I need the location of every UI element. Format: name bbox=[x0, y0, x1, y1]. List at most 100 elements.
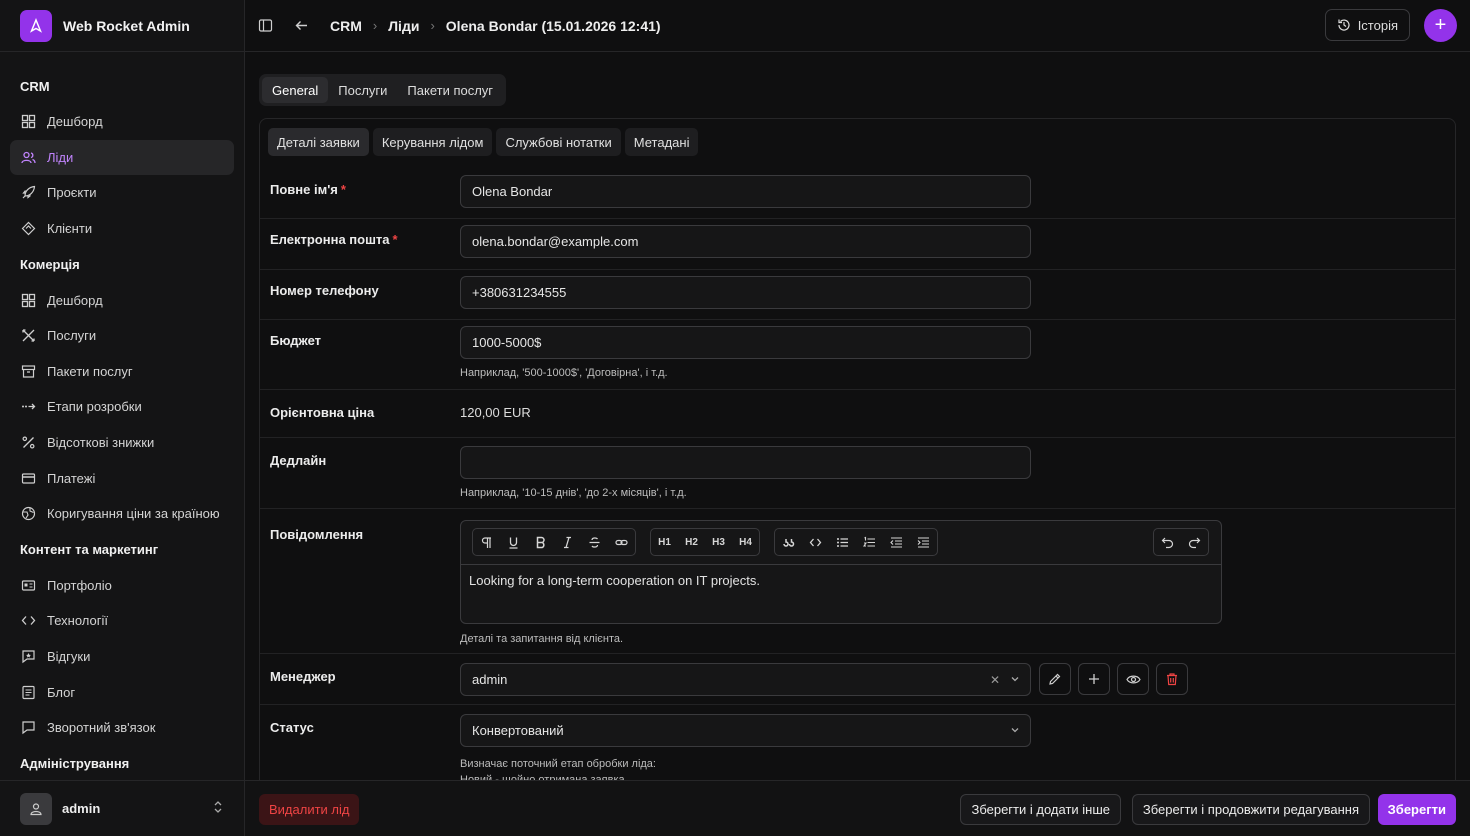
save-button[interactable]: Зберегти bbox=[1377, 794, 1456, 825]
delete-lead-button[interactable]: Видалити лід bbox=[259, 794, 360, 825]
manager-select[interactable]: admin ✕ bbox=[460, 663, 1031, 696]
ordered-list-icon[interactable] bbox=[856, 529, 883, 555]
row-status: Статус Конвертований Визначає поточний е… bbox=[260, 705, 1455, 780]
sidebar-item-crm-dashboard[interactable]: Дешборд bbox=[10, 104, 234, 140]
link-icon[interactable] bbox=[608, 529, 635, 555]
user-menu[interactable]: admin bbox=[0, 780, 245, 836]
heading2-icon[interactable]: H2 bbox=[678, 529, 705, 555]
breadcrumb-crm[interactable]: CRM bbox=[330, 18, 362, 34]
label-text: Електронна пошта bbox=[270, 232, 390, 247]
sidebar-item-discounts[interactable]: Відсоткові знижки bbox=[10, 425, 234, 461]
required-mark: * bbox=[392, 232, 398, 247]
edit-manager-button[interactable] bbox=[1039, 663, 1071, 695]
heading1-icon[interactable]: H1 bbox=[651, 529, 678, 555]
sidebar-item-dev-stages[interactable]: Етапи розробки bbox=[10, 389, 234, 425]
outdent-icon[interactable] bbox=[883, 529, 910, 555]
sidebar-item-label: Клієнти bbox=[47, 221, 93, 237]
sidebar-item-service-packages[interactable]: Пакети послуг bbox=[10, 354, 234, 390]
sidebar-item-label: Технології bbox=[47, 613, 108, 629]
sidebar-item-services[interactable]: Послуги bbox=[10, 318, 234, 354]
back-arrow-icon[interactable] bbox=[294, 17, 312, 35]
bullet-list-icon[interactable] bbox=[829, 529, 856, 555]
history-label: Історія bbox=[1357, 17, 1398, 33]
tab-metadata[interactable]: Метадані bbox=[624, 128, 699, 156]
breadcrumb-leads[interactable]: Ліди bbox=[388, 18, 419, 34]
sidebar-item-label: Зворотний зв'язок bbox=[47, 720, 156, 736]
status-value: Конвертований bbox=[472, 723, 564, 738]
message-text[interactable]: Looking for a long-term cooperation on I… bbox=[469, 573, 760, 588]
save-and-continue-button[interactable]: Зберегти і продовжити редагування bbox=[1131, 794, 1370, 825]
deadline-input[interactable] bbox=[460, 446, 1031, 479]
sidebar-item-label: Блог bbox=[47, 684, 76, 700]
history-button[interactable]: Історія bbox=[1324, 9, 1410, 41]
percent-icon bbox=[21, 435, 36, 450]
handshake-icon bbox=[21, 221, 36, 236]
rich-text-editor[interactable]: H1 H2 H3 H4 Looking for a long-term coop… bbox=[460, 520, 1222, 624]
add-manager-button[interactable] bbox=[1078, 663, 1110, 695]
sidebar-item-country-pricing[interactable]: Коригування ціни за країною bbox=[10, 496, 234, 532]
sidebar-item-leads[interactable]: Ліди bbox=[10, 139, 234, 176]
sidebar-item-technologies[interactable]: Технології bbox=[10, 603, 234, 639]
tab-service-notes[interactable]: Службові нотатки bbox=[496, 128, 621, 156]
trash-icon bbox=[1167, 673, 1177, 686]
dashboard-icon bbox=[21, 114, 36, 129]
sidebar-item-projects[interactable]: Проєкти bbox=[10, 175, 234, 211]
chevron-right-icon: › bbox=[372, 18, 378, 33]
phone-label: Номер телефону bbox=[270, 283, 379, 298]
tab-lead-management[interactable]: Керування лідом bbox=[372, 128, 493, 156]
brand[interactable]: Web Rocket Admin bbox=[0, 0, 245, 52]
quote-icon[interactable] bbox=[775, 529, 802, 555]
code-icon bbox=[21, 613, 36, 628]
view-manager-button[interactable] bbox=[1117, 663, 1149, 695]
sidebar-item-blog[interactable]: Блог bbox=[10, 674, 234, 710]
tab-general[interactable]: General bbox=[262, 77, 329, 103]
chevron-right-icon: › bbox=[430, 18, 435, 33]
bold-icon[interactable] bbox=[527, 529, 554, 555]
sidebar: Web Rocket Admin CRM Дешборд Ліди Проєкт… bbox=[0, 0, 245, 836]
save-and-add-button[interactable]: Зберегти і додати інше bbox=[960, 794, 1121, 825]
sidebar-item-feedback[interactable]: Зворотний зв'язок bbox=[10, 710, 234, 746]
message-hint: Деталі та запитання від клієнта. bbox=[460, 633, 624, 645]
tab-service-packages[interactable]: Пакети послуг bbox=[397, 77, 503, 103]
budget-label: Бюджет bbox=[270, 333, 321, 348]
paragraph-icon[interactable] bbox=[473, 529, 500, 555]
sidebar-item-label: Етапи розробки bbox=[47, 399, 142, 415]
sidebar-toggle-icon[interactable] bbox=[258, 17, 276, 35]
heading3-icon[interactable]: H3 bbox=[705, 529, 732, 555]
phone-input[interactable]: +380631234555 bbox=[460, 276, 1031, 309]
sidebar-item-portfolio[interactable]: Портфоліо bbox=[10, 568, 234, 604]
clear-icon[interactable]: ✕ bbox=[990, 673, 1000, 687]
tab-request-details[interactable]: Деталі заявки bbox=[268, 128, 369, 156]
redo-icon[interactable] bbox=[1181, 529, 1208, 555]
full-name-input[interactable]: Olena Bondar bbox=[460, 175, 1031, 208]
sidebar-item-commerce-dashboard[interactable]: Дешборд bbox=[10, 282, 234, 318]
sidebar-item-payments[interactable]: Платежі bbox=[10, 460, 234, 496]
code-icon[interactable] bbox=[802, 529, 829, 555]
undo-icon[interactable] bbox=[1154, 529, 1181, 555]
heading4-icon[interactable]: H4 bbox=[732, 529, 759, 555]
toolbar-group-headings: H1 H2 H3 H4 bbox=[650, 528, 760, 556]
row-budget: Бюджет 1000-5000$ Наприклад, '500-1000$'… bbox=[260, 320, 1455, 390]
strikethrough-icon[interactable] bbox=[581, 529, 608, 555]
sidebar-item-label: Коригування ціни за країною bbox=[47, 506, 220, 522]
pencil-icon bbox=[1049, 673, 1061, 685]
form-card: Деталі заявки Керування лідом Службові н… bbox=[259, 118, 1456, 780]
budget-input[interactable]: 1000-5000$ bbox=[460, 326, 1031, 359]
status-select[interactable]: Конвертований bbox=[460, 714, 1031, 747]
sidebar-item-clients[interactable]: Клієнти bbox=[10, 211, 234, 247]
tab-services[interactable]: Послуги bbox=[328, 77, 397, 103]
dashboard-icon bbox=[21, 293, 36, 308]
email-input[interactable]: olena.bondar@example.com bbox=[460, 225, 1031, 258]
sidebar-item-reviews[interactable]: Відгуки bbox=[10, 639, 234, 675]
add-new-button[interactable]: + bbox=[1424, 9, 1457, 42]
email-label: Електронна пошта * bbox=[270, 232, 398, 247]
avatar bbox=[20, 792, 52, 825]
underline-icon[interactable] bbox=[500, 529, 527, 555]
row-manager: Менеджер admin ✕ bbox=[260, 654, 1455, 705]
credit-card-icon bbox=[21, 471, 36, 486]
sidebar-item-label: Платежі bbox=[47, 470, 96, 486]
italic-icon[interactable] bbox=[554, 529, 581, 555]
delete-manager-button[interactable] bbox=[1156, 663, 1188, 695]
indent-icon[interactable] bbox=[910, 529, 937, 555]
feedback-icon bbox=[21, 720, 36, 735]
